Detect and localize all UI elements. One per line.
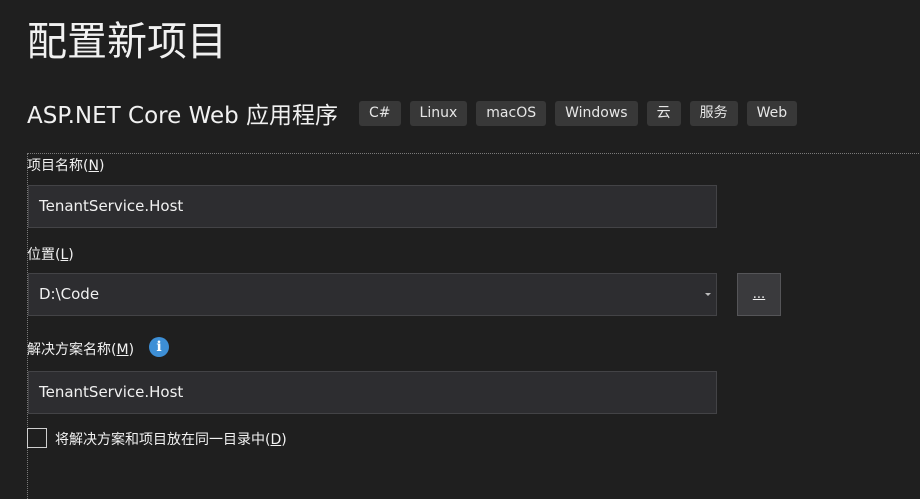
browse-button-label: ... [752, 287, 766, 302]
project-name-accel: N [88, 158, 99, 174]
tag-service: 服务 [689, 100, 738, 126]
page-title: 配置新项目 [27, 19, 227, 65]
tag-web: Web [746, 100, 798, 126]
tag-linux: Linux [409, 100, 468, 126]
location-label: 位置(L) [27, 247, 74, 263]
tag-macos: macOS [476, 100, 547, 126]
same-directory-label[interactable]: 将解决方案和项目放在同一目录中(D) [55, 429, 287, 449]
tag-csharp: C# [359, 100, 401, 126]
solution-name-accel: M [116, 342, 129, 358]
solution-name-input[interactable]: TenantService.Host [28, 371, 717, 414]
browse-button[interactable]: ... [737, 273, 781, 316]
same-directory-accel: D [270, 432, 282, 448]
tag-cloud: 云 [646, 100, 681, 126]
template-name: ASP.NET Core Web 应用程序 [27, 103, 339, 129]
configure-project-page: 配置新项目 ASP.NET Core Web 应用程序 C# Linux mac… [0, 0, 920, 499]
tag-windows: Windows [555, 100, 638, 126]
same-directory-checkbox[interactable] [27, 428, 47, 448]
info-icon[interactable]: i [149, 337, 169, 357]
location-dropdown[interactable]: D:\Code [28, 273, 717, 316]
project-name-label: 项目名称(N) [27, 158, 105, 174]
location-value: D:\Code [39, 285, 100, 303]
template-header: ASP.NET Core Web 应用程序 C# Linux macOS Win… [27, 96, 806, 130]
project-name-input[interactable]: TenantService.Host [28, 185, 717, 228]
solution-name-label: 解决方案名称(M) [27, 342, 135, 358]
chevron-down-icon[interactable] [705, 293, 711, 296]
